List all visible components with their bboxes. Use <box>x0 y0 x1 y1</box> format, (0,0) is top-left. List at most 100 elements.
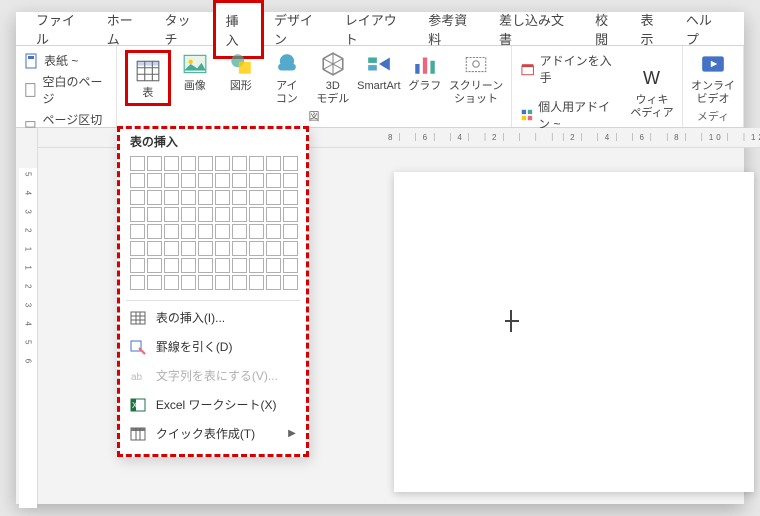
smartart-button[interactable]: SmartArt <box>357 50 401 106</box>
grid-cell[interactable] <box>249 241 264 256</box>
grid-cell[interactable] <box>283 241 298 256</box>
grid-cell[interactable] <box>232 190 247 205</box>
grid-cell[interactable] <box>130 258 145 273</box>
grid-cell[interactable] <box>164 190 179 205</box>
insert-table-item[interactable]: 表の挿入(I)... <box>120 303 306 332</box>
grid-cell[interactable] <box>181 275 196 290</box>
grid-cell[interactable] <box>130 190 145 205</box>
grid-cell[interactable] <box>215 190 230 205</box>
table-size-grid[interactable] <box>120 152 306 298</box>
grid-cell[interactable] <box>283 190 298 205</box>
grid-cell[interactable] <box>147 241 162 256</box>
quick-tables-item[interactable]: クイック表作成(T) ▶ <box>120 419 306 448</box>
chart-button[interactable]: グラフ <box>403 50 447 106</box>
grid-cell[interactable] <box>249 258 264 273</box>
blank-page-button[interactable]: 空白のページ <box>24 71 108 109</box>
grid-cell[interactable] <box>198 190 213 205</box>
grid-cell[interactable] <box>130 275 145 290</box>
grid-cell[interactable] <box>164 173 179 188</box>
grid-cell[interactable] <box>232 224 247 239</box>
shapes-button[interactable]: 図形 <box>219 50 263 106</box>
grid-cell[interactable] <box>283 173 298 188</box>
grid-cell[interactable] <box>164 207 179 222</box>
grid-cell[interactable] <box>130 224 145 239</box>
wikipedia-button[interactable]: W ウィキ ペディア <box>630 64 674 120</box>
my-addins-label: 個人用アドイン ~ <box>538 98 620 132</box>
grid-cell[interactable] <box>232 173 247 188</box>
grid-cell[interactable] <box>198 207 213 222</box>
grid-cell[interactable] <box>266 258 281 273</box>
grid-cell[interactable] <box>232 207 247 222</box>
grid-cell[interactable] <box>147 275 162 290</box>
grid-cell[interactable] <box>198 241 213 256</box>
grid-cell[interactable] <box>215 224 230 239</box>
3d-models-button[interactable]: 3D モデル <box>311 50 355 106</box>
grid-cell[interactable] <box>181 241 196 256</box>
grid-cell[interactable] <box>232 275 247 290</box>
grid-cell[interactable] <box>215 207 230 222</box>
grid-cell[interactable] <box>181 156 196 171</box>
grid-cell[interactable] <box>181 207 196 222</box>
grid-cell[interactable] <box>181 258 196 273</box>
grid-cell[interactable] <box>130 173 145 188</box>
grid-cell[interactable] <box>164 241 179 256</box>
grid-cell[interactable] <box>164 258 179 273</box>
online-video-button[interactable]: オンライ ビデオ <box>691 50 735 106</box>
document-page[interactable] <box>394 172 754 492</box>
grid-cell[interactable] <box>215 156 230 171</box>
grid-cell[interactable] <box>266 224 281 239</box>
grid-cell[interactable] <box>232 241 247 256</box>
grid-cell[interactable] <box>181 224 196 239</box>
grid-cell[interactable] <box>266 156 281 171</box>
table-button[interactable]: 表 <box>125 50 171 106</box>
grid-cell[interactable] <box>283 224 298 239</box>
grid-cell[interactable] <box>283 275 298 290</box>
grid-cell[interactable] <box>147 173 162 188</box>
grid-cell[interactable] <box>266 207 281 222</box>
grid-cell[interactable] <box>249 207 264 222</box>
grid-cell[interactable] <box>249 190 264 205</box>
grid-cell[interactable] <box>164 156 179 171</box>
grid-cell[interactable] <box>198 173 213 188</box>
grid-cell[interactable] <box>215 241 230 256</box>
icons-button[interactable]: アイ コン <box>265 50 309 106</box>
grid-cell[interactable] <box>147 156 162 171</box>
grid-cell[interactable] <box>266 190 281 205</box>
grid-cell[interactable] <box>181 190 196 205</box>
grid-cell[interactable] <box>215 173 230 188</box>
grid-cell[interactable] <box>249 173 264 188</box>
grid-cell[interactable] <box>147 224 162 239</box>
grid-cell[interactable] <box>164 275 179 290</box>
cover-page-button[interactable]: 表紙 ~ <box>24 50 108 71</box>
pictures-button[interactable]: 画像 <box>173 50 217 106</box>
grid-cell[interactable] <box>249 275 264 290</box>
grid-cell[interactable] <box>130 207 145 222</box>
grid-cell[interactable] <box>283 156 298 171</box>
grid-cell[interactable] <box>215 258 230 273</box>
get-addins-button[interactable]: アドインを入手 <box>520 50 620 88</box>
grid-cell[interactable] <box>147 258 162 273</box>
screenshot-button[interactable]: スクリーン ショット <box>449 50 503 106</box>
grid-cell[interactable] <box>130 156 145 171</box>
grid-cell[interactable] <box>249 156 264 171</box>
grid-cell[interactable] <box>147 207 162 222</box>
grid-cell[interactable] <box>266 173 281 188</box>
grid-cell[interactable] <box>266 275 281 290</box>
draw-table-item[interactable]: 罫線を引く(D) <box>120 332 306 361</box>
grid-cell[interactable] <box>198 258 213 273</box>
excel-sheet-item[interactable]: X Excel ワークシート(X) <box>120 390 306 419</box>
grid-cell[interactable] <box>198 224 213 239</box>
grid-cell[interactable] <box>130 241 145 256</box>
grid-cell[interactable] <box>198 275 213 290</box>
grid-cell[interactable] <box>266 241 281 256</box>
grid-cell[interactable] <box>147 190 162 205</box>
grid-cell[interactable] <box>198 156 213 171</box>
grid-cell[interactable] <box>249 224 264 239</box>
grid-cell[interactable] <box>232 258 247 273</box>
grid-cell[interactable] <box>181 173 196 188</box>
grid-cell[interactable] <box>164 224 179 239</box>
grid-cell[interactable] <box>283 258 298 273</box>
grid-cell[interactable] <box>232 156 247 171</box>
grid-cell[interactable] <box>283 207 298 222</box>
grid-cell[interactable] <box>215 275 230 290</box>
